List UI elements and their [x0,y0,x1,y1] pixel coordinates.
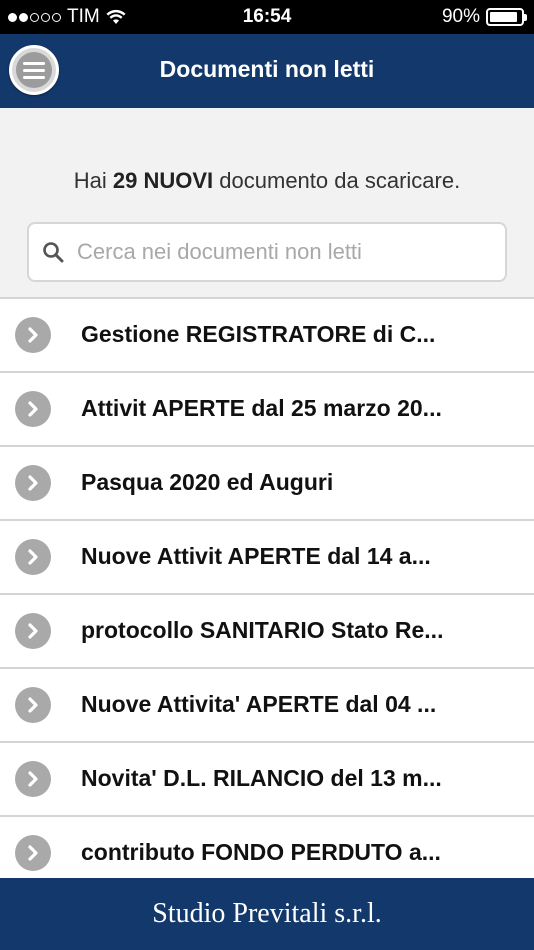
document-title: protocollo SANITARIO Stato Re... [81,617,444,643]
chevron-right-icon [15,539,51,575]
chevron-right-icon [15,465,51,501]
document-list: Gestione REGISTRATORE di C... Attivit APE… [0,297,534,878]
unread-count: 29 NUOVI [112,168,214,193]
intro-suffix: documento da scaricare. [213,168,461,193]
document-list-item[interactable]: Pasqua 2020 ed Auguri [0,445,534,519]
search-input[interactable] [77,239,505,265]
document-title: contributo FONDO PERDUTO a... [81,839,441,865]
document-list-item[interactable]: protocollo SANITARIO Stato Re... [0,593,534,667]
search-icon [43,242,64,263]
chevron-right-icon [15,687,51,723]
document-list-item[interactable]: Gestione REGISTRATORE di C... [0,297,534,371]
footer-company-name: Studio Previtali s.r.l. [152,898,382,929]
search-box[interactable] [27,222,507,282]
battery-fill [490,12,517,22]
document-title: Nuove Attivita' APERTE dal 04 ... [81,691,437,717]
document-list-item[interactable]: Nuove Attivit APERTE dal 14 a... [0,519,534,593]
chevron-right-icon [15,613,51,649]
document-list-item[interactable]: Nuove Attivita' APERTE dal 04 ... [0,667,534,741]
status-bar: TIM 16:54 90% [0,0,534,34]
document-list-item[interactable]: Novita' D.L. RILANCIO del 13 m... [0,741,534,815]
footer: Studio Previtali s.r.l. [0,878,534,950]
chevron-right-icon [15,317,51,353]
document-list-item[interactable]: Attivit APERTE dal 25 marzo 20... [0,371,534,445]
page-title: Documenti non letti [159,56,375,82]
chevron-right-icon [15,761,51,797]
nav-bar: Documenti non letti [0,34,534,108]
unread-count-message: Hai 29 NUOVI documento da scaricare. [0,168,534,194]
chevron-right-icon [15,835,51,871]
main-content: Hai 29 NUOVI documento da scaricare. Ges… [0,108,534,878]
document-title: Gestione REGISTRATORE di C... [81,321,436,347]
battery-percent: 90% [441,6,480,27]
battery-icon [486,8,527,26]
document-title: Novita' D.L. RILANCIO del 13 m... [81,765,442,791]
chevron-right-icon [15,391,51,427]
document-list-item[interactable]: contributo FONDO PERDUTO a... [0,815,534,878]
document-title: Attivit APERTE dal 25 marzo 20... [81,395,442,421]
intro-prefix: Hai [73,168,113,193]
status-right: 90% [441,6,527,28]
document-title: Pasqua 2020 ed Auguri [81,469,334,495]
document-title: Nuove Attivit APERTE dal 14 a... [81,543,431,569]
